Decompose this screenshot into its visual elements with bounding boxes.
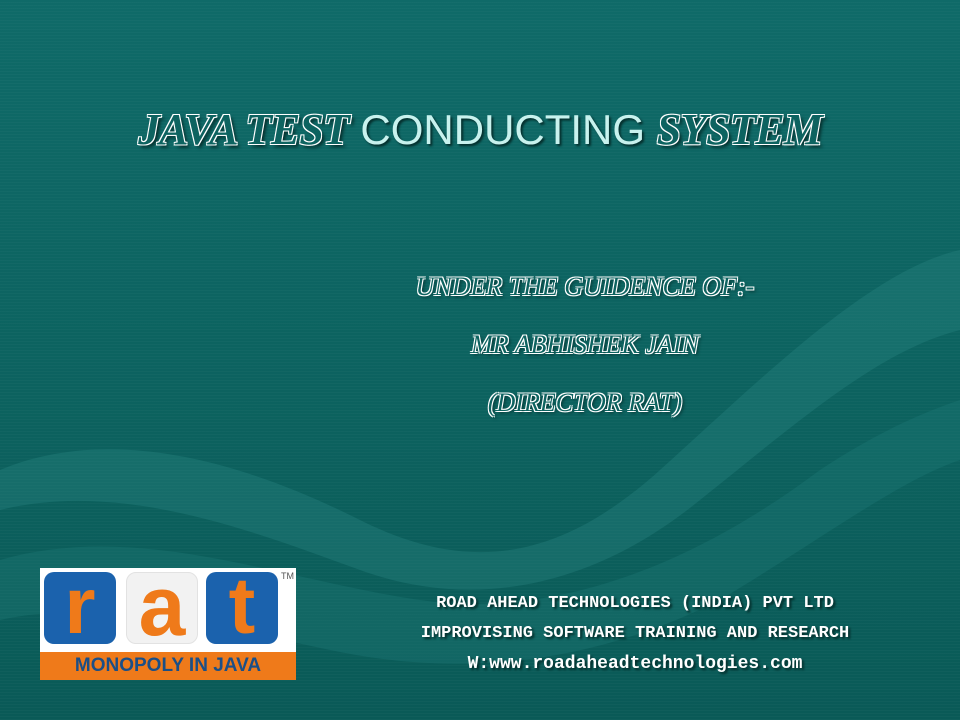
logo-tagline: MONOPOLY IN JAVA [40, 652, 296, 680]
title-part-system: SYSTEM [656, 105, 823, 154]
company-tagline: IMPROVISING SOFTWARE TRAINING AND RESEAR… [420, 624, 850, 643]
logo-letter-a: a [138, 559, 186, 653]
rat-logo: r a t TM MONOPOLY IN JAVA [40, 559, 296, 680]
guide-name: MR ABHISHEK JAIN [471, 330, 699, 359]
slide-title: JAVA TEST CONDUCTING SYSTEM [0, 104, 960, 155]
guide-designation: (DIRECTOR RAT) [487, 388, 683, 417]
company-website: W:www.roadaheadtechnologies.com [467, 654, 803, 674]
logo-letter-t: t [228, 561, 256, 650]
title-slide: JAVA TEST CONDUCTING SYSTEM UNDER THE GU… [0, 0, 960, 720]
company-name: ROAD AHEAD TECHNOLOGIES (INDIA) PVT LTD [436, 594, 834, 613]
title-part-conducting: CONDUCTING [348, 106, 657, 153]
logo-trademark: TM [281, 571, 294, 581]
logo-letter-r: r [64, 561, 96, 650]
title-part-java-test: JAVA TEST [138, 105, 350, 154]
guidance-heading: UNDER THE GUIDENCE OF:- [415, 272, 755, 301]
